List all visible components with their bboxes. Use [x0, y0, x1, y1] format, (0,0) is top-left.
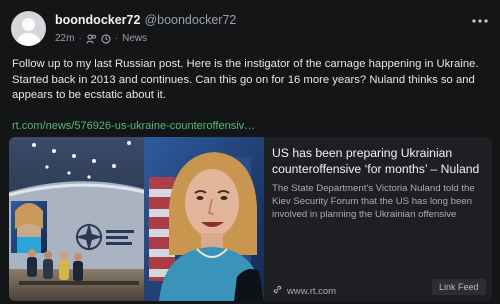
link-preview-image[interactable]	[9, 137, 264, 301]
post-text: Follow up to my last Russian post. Here …	[12, 58, 479, 101]
default-avatar-icon	[22, 18, 35, 31]
post-link[interactable]: rt.com/news/576926-us-ukraine-counteroff…	[12, 120, 255, 132]
post-meta: 22m · · News	[55, 33, 147, 44]
more-horizontal-icon[interactable]	[470, 11, 490, 31]
link-feed-badge[interactable]: Link Feed	[432, 279, 486, 295]
link-icon	[272, 284, 283, 298]
people-icon	[86, 33, 97, 44]
card-title[interactable]: US has been preparing Ukrainian countero…	[272, 145, 484, 177]
clock-icon	[101, 33, 111, 44]
post-time[interactable]: 22m	[55, 33, 74, 44]
link-preview-card[interactable]: US has been preparing Ukrainian countero…	[9, 137, 492, 301]
author-handle[interactable]: @boondocker72	[144, 13, 236, 27]
meta-separator: ·	[114, 33, 119, 44]
author-display-name[interactable]: boondocker72	[55, 13, 140, 27]
card-domain[interactable]: www.rt.com	[272, 284, 336, 298]
meta-separator: ·	[78, 33, 82, 44]
post-source[interactable]: News	[122, 33, 147, 44]
avatar[interactable]	[11, 11, 46, 46]
card-description: The State Department's Victoria Nuland t…	[272, 183, 475, 220]
author-row: boondocker72 @boondocker72	[55, 13, 236, 27]
post-container: boondocker72 @boondocker72 22m · · News F	[0, 0, 500, 304]
card-domain-text: www.rt.com	[287, 285, 337, 297]
